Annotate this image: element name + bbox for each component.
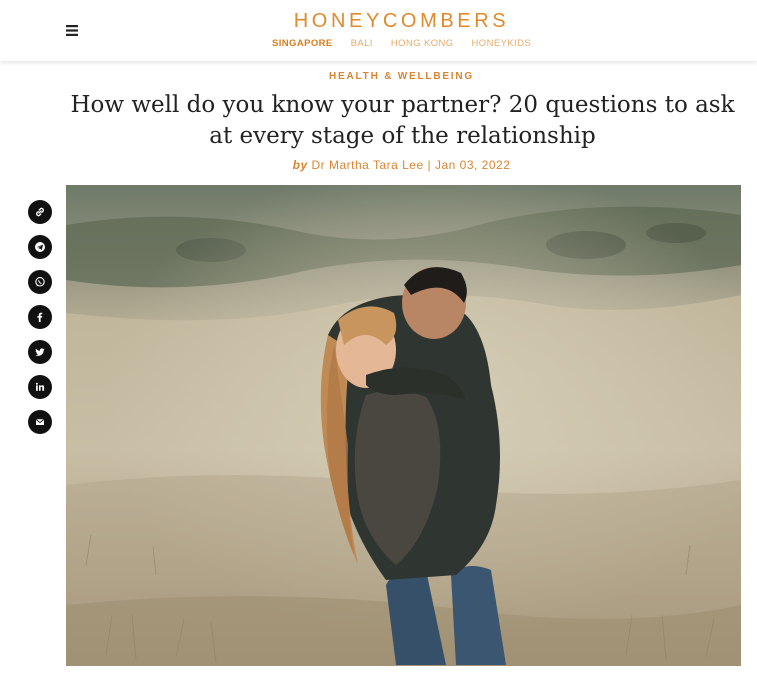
link-icon[interactable] [28, 200, 52, 224]
telegram-icon[interactable] [28, 235, 52, 259]
byline-separator: | [427, 158, 432, 172]
hero-image [66, 185, 741, 666]
site-header: HONEYCOMBERS SINGAPORE BALI HONG KONG HO… [0, 0, 757, 61]
publish-date: Jan 03, 2022 [434, 158, 511, 172]
article-category[interactable]: HEALTH & WELLBEING [0, 71, 757, 82]
whatsapp-icon[interactable] [28, 270, 52, 294]
edition-singapore[interactable]: SINGAPORE [272, 38, 333, 49]
edition-bali[interactable]: BALI [351, 38, 373, 49]
twitter-icon[interactable] [28, 340, 52, 364]
couple-photo [66, 185, 741, 666]
linkedin-icon[interactable] [28, 375, 52, 399]
share-bar [28, 200, 52, 445]
edition-hong-kong[interactable]: HONG KONG [391, 38, 454, 49]
email-icon[interactable] [28, 410, 52, 434]
article-title: How well do you know your partner? 20 qu… [70, 92, 735, 149]
edition-honeykids[interactable]: HONEYKIDS [472, 38, 532, 49]
byline-by: by [292, 158, 308, 172]
site-logo[interactable]: HONEYCOMBERS [0, 10, 757, 33]
author-name[interactable]: Dr Martha Tara Lee [311, 158, 423, 172]
byline: by Dr Martha Tara Lee | Jan 03, 2022 [0, 158, 757, 172]
edition-nav: SINGAPORE BALI HONG KONG HONEYKIDS [272, 38, 531, 49]
facebook-icon[interactable] [28, 305, 52, 329]
